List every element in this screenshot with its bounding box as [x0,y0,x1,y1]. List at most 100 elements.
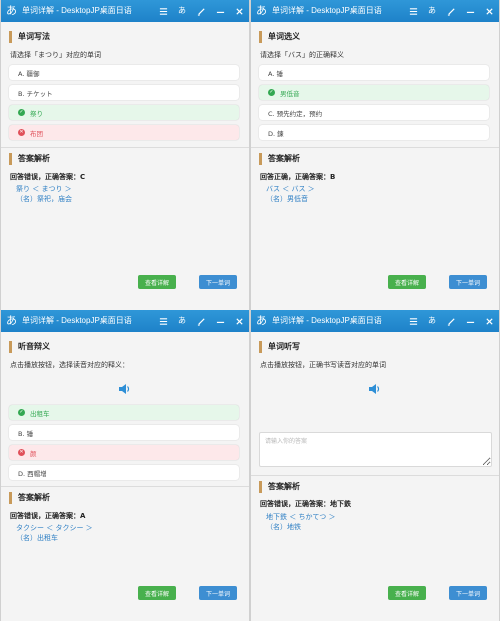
option-c[interactable]: C. 预先约定，预约 [259,105,489,120]
view-detail-button[interactable]: 查看详解 [388,275,426,289]
option-label: 祭り [30,109,43,118]
option-list: ✓ 出租车 B. 锤 ✕ 颜 D. 西帽增 [9,405,239,485]
close-icon[interactable] [233,315,245,327]
window-title: 单词详解 - DesktopJP桌面日语 [272,316,382,325]
app-logo-icon: あ [256,314,267,327]
result-text: 回答错误，正确答案：地下鉄 [260,500,351,508]
minimize-icon[interactable] [464,5,476,17]
window-title: 单词详解 - DesktopJP桌面日语 [22,316,132,325]
divider [1,486,249,487]
next-word-button[interactable]: 下一单词 [449,586,487,600]
question-text: 请选择「バス」的正确释义 [260,51,344,59]
option-label: 布团 [30,129,43,138]
close-icon[interactable] [483,315,495,327]
option-c[interactable]: ✕ 颜 [9,445,239,460]
title-bar: あ 单词详解 - DesktopJP桌面日语 あ [251,310,499,332]
option-b[interactable]: B. 锤 [9,425,239,440]
check-icon: ✓ [18,109,25,116]
app-logo-icon: あ [256,4,267,17]
entry-word: バス ＜ バス ＞ [266,185,315,193]
option-c[interactable]: ✓ 祭り [9,105,239,120]
list-icon[interactable] [407,315,419,327]
option-label: A. 锤 [268,69,283,78]
title-bar: あ 单词详解 - DesktopJP桌面日语 あ [1,0,249,22]
section-title: 单词听写 [259,341,300,353]
check-icon: ✓ [268,89,275,96]
option-list: A. 锤 ✓ 男低音 C. 预先约定，预约 D. 鍊 [259,65,489,145]
analysis-heading: 答案解析 [9,153,50,165]
divider [1,147,249,148]
minimize-icon[interactable] [214,5,226,17]
answer-input[interactable] [259,432,492,467]
window-dictation: あ 单词详解 - DesktopJP桌面日语 あ 单词听写 点击播放按钮，正确书… [250,310,500,621]
option-label: D. 西帽增 [18,469,47,478]
result-text: 回答错误，正确答案：C [10,173,86,181]
window-listening-meaning: あ 单词详解 - DesktopJP桌面日语 あ 听音辩义 点击播放按钮，选择读… [0,310,250,621]
translate-icon[interactable]: あ [426,5,438,17]
window-title: 单词详解 - DesktopJP桌面日语 [272,6,382,15]
option-label: 出租车 [30,409,50,418]
next-word-button[interactable]: 下一单词 [199,275,237,289]
entry-meaning: （名）祭祀，庙会 [16,195,72,203]
translate-icon[interactable]: あ [426,315,438,327]
option-b[interactable]: ✓ 男低音 [259,85,489,100]
option-a[interactable]: A. 疆御 [9,65,239,80]
list-icon[interactable] [157,315,169,327]
result-text: 回答正确，正确答案：B [260,173,336,181]
brush-icon[interactable] [445,5,457,17]
entry-meaning: （名）地铁 [266,523,301,531]
window-word-writing: あ 单词详解 - DesktopJP桌面日语 あ 单词写法 请选择「まつり」对应… [0,0,250,310]
option-d[interactable]: ✕ 布团 [9,125,239,140]
option-label: 颜 [30,449,37,458]
option-b[interactable]: B. チケット [9,85,239,100]
window-word-meaning: あ 单词详解 - DesktopJP桌面日语 あ 单词选义 请选择「バス」的正确… [250,0,500,310]
next-word-button[interactable]: 下一单词 [449,275,487,289]
cross-icon: ✕ [18,449,25,456]
option-d[interactable]: D. 西帽增 [9,465,239,480]
app-logo-icon: あ [6,314,17,327]
speaker-icon[interactable] [117,382,131,396]
option-list: A. 疆御 B. チケット ✓ 祭り ✕ 布团 [9,65,239,145]
option-label: A. 疆御 [18,69,40,78]
analysis-heading: 答案解析 [259,481,300,493]
list-icon[interactable] [157,5,169,17]
analysis-heading: 答案解析 [259,153,300,165]
entry-word: 地下鉄 ＜ ちかてつ ＞ [266,513,336,521]
question-text: 点击播放按钮，选择读音对应的释义： [10,361,129,369]
minimize-icon[interactable] [214,315,226,327]
section-title: 单词选义 [259,31,300,43]
option-d[interactable]: D. 鍊 [259,125,489,140]
list-icon[interactable] [407,5,419,17]
view-detail-button[interactable]: 查看详解 [388,586,426,600]
option-label: B. 锤 [18,429,34,438]
entry-meaning: （名）男低音 [266,195,308,203]
result-text: 回答错误，正确答案：A [10,512,86,520]
question-text: 请选择「まつり」对应的单词 [10,51,101,59]
close-icon[interactable] [483,5,495,17]
option-label: D. 鍊 [268,129,284,138]
translate-icon[interactable]: あ [176,5,188,17]
section-title: 听音辩义 [9,341,50,353]
brush-icon[interactable] [195,315,207,327]
brush-icon[interactable] [445,315,457,327]
close-icon[interactable] [233,5,245,17]
minimize-icon[interactable] [464,315,476,327]
option-a[interactable]: A. 锤 [259,65,489,80]
entry-word: タクシー ＜ タクシー ＞ [16,524,93,532]
divider [251,475,499,476]
analysis-heading: 答案解析 [9,492,50,504]
entry-word: 祭り ＜ まつり ＞ [16,185,72,193]
section-title: 单词写法 [9,31,50,43]
view-detail-button[interactable]: 查看详解 [138,275,176,289]
speaker-icon[interactable] [367,382,381,396]
question-text: 点击播放按钮，正确书写读音对应的单词 [260,361,386,369]
option-a[interactable]: ✓ 出租车 [9,405,239,420]
option-label: B. チケット [18,89,53,98]
next-word-button[interactable]: 下一单词 [199,586,237,600]
view-detail-button[interactable]: 查看详解 [138,586,176,600]
brush-icon[interactable] [195,5,207,17]
title-bar: あ 单词详解 - DesktopJP桌面日语 あ [251,0,499,22]
divider [251,147,499,148]
cross-icon: ✕ [18,129,25,136]
translate-icon[interactable]: あ [176,315,188,327]
